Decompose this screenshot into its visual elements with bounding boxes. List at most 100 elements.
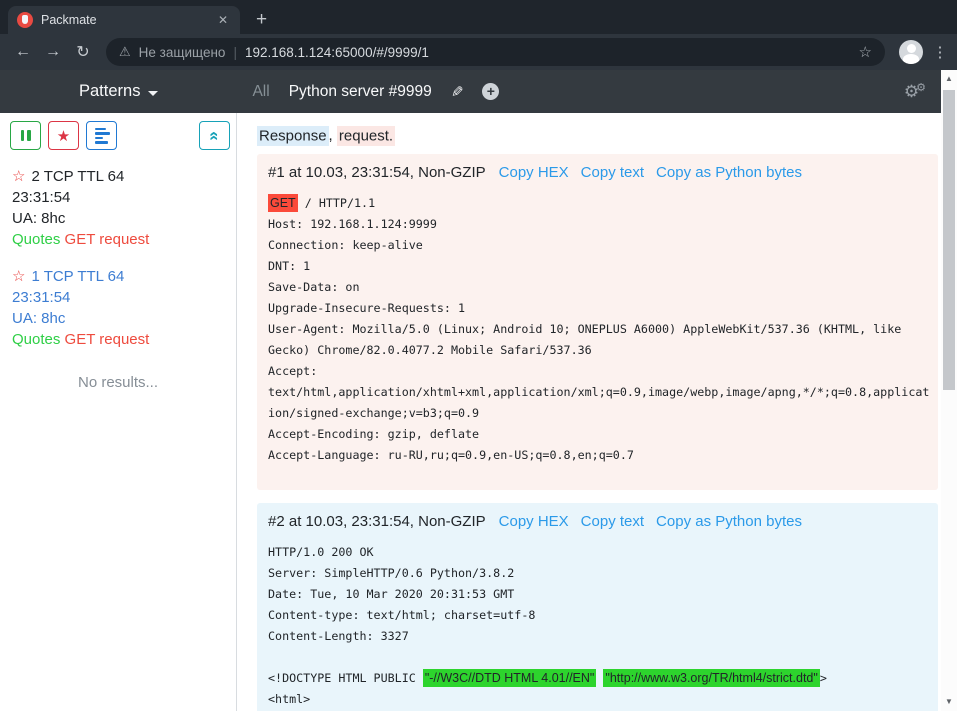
stream-detail: Response, request. #1 at 10.03, 23:31:54…: [237, 113, 957, 711]
packet-body-line: Connection: keep-alive: [268, 235, 928, 256]
tab-current-service[interactable]: Python server #9999: [289, 83, 432, 101]
favorites-filter-button[interactable]: ★: [48, 121, 79, 150]
profile-avatar[interactable]: [899, 40, 923, 64]
packet-meta: #1 at 10.03, 23:31:54, Non-GZIP: [268, 164, 486, 181]
packet-body: GET / HTTP/1.1 Host: 192.168.1.124:9999 Co…: [268, 193, 928, 466]
content-area: ★ « ☆2 TCP TTL 6423:31:54UA: 8hcQuotes G…: [0, 113, 957, 711]
edit-service-icon[interactable]: ✎: [451, 83, 464, 101]
stream-patterns: Quotes GET request: [12, 329, 224, 350]
copy-action-link[interactable]: Copy HEX: [499, 513, 569, 530]
stream-title-line: ☆ 2 TCP TTL 64: [12, 166, 224, 187]
list-view-button[interactable]: [86, 121, 117, 150]
packet-body-line: Save-Data: on: [268, 277, 928, 298]
stream-title: 1 TCP TTL 64: [31, 268, 124, 285]
text-segment: HTTP/1.0 200 OK: [268, 545, 374, 559]
packet-body-line: Host: 192.168.1.124:9999: [268, 214, 928, 235]
browser-toolbar: ← → ↻ ⚠ Не защищено | 192.168.1.124:6500…: [0, 34, 957, 70]
text-segment: Content-Length: 3327: [268, 629, 409, 643]
packet-body-line: User-Agent: Mozilla/5.0 (Linux; Android …: [268, 319, 928, 340]
text-segment: Server: SimpleHTTP/0.6 Python/3.8.2: [268, 566, 514, 580]
app-header: Patterns All Python server #9999 ✎ + ⚙⚙: [0, 70, 941, 113]
stream-title-line: ☆ 1 TCP TTL 64: [12, 266, 224, 287]
copy-action-link[interactable]: Copy text: [581, 513, 644, 530]
back-icon[interactable]: ←: [8, 43, 38, 61]
text-segment: ,: [329, 127, 337, 144]
new-tab-button[interactable]: +: [250, 9, 273, 31]
copy-action-link[interactable]: Copy text: [581, 164, 644, 181]
text-segment: >: [820, 671, 827, 685]
packet-meta: #2 at 10.03, 23:31:54, Non-GZIP: [268, 513, 486, 530]
copy-action-link[interactable]: Copy HEX: [499, 164, 569, 181]
tab-all-services[interactable]: All: [252, 83, 269, 101]
packet-header: #2 at 10.03, 23:31:54, Non-GZIP Copy HEX C…: [268, 513, 928, 530]
match-highlight-green: "http://www.w3.org/TR/html4/strict.dtd": [603, 669, 819, 687]
packet-card-response: #2 at 10.03, 23:31:54, Non-GZIP Copy HEX C…: [257, 503, 938, 711]
security-label: Не защищено: [139, 45, 226, 60]
security-warning-icon: ⚠: [119, 44, 131, 60]
copy-action-link[interactable]: Copy as Python bytes: [656, 513, 802, 530]
patterns-label: Patterns: [79, 82, 140, 101]
stream-user-agent: UA: 8hc: [12, 308, 224, 329]
chevron-down-icon: [148, 91, 158, 96]
favorite-star-icon[interactable]: ☆: [12, 268, 25, 285]
stream-patterns: Quotes GET request: [12, 229, 224, 250]
sidebar-controls: ★ «: [0, 121, 236, 150]
stream-item[interactable]: ☆ 2 TCP TTL 64 23:31:54UA: 8hcQuotes GET r…: [0, 166, 236, 250]
pattern-label: GET request: [65, 331, 150, 348]
address-bar[interactable]: ⚠ Не защищено | 192.168.1.124:65000/#/99…: [106, 38, 885, 66]
stream-title: 2 TCP TTL 64: [31, 168, 124, 185]
packet-header: #1 at 10.03, 23:31:54, Non-GZIPCopy HEXC…: [268, 164, 928, 181]
packet-body-line: Content-Length: 3327: [268, 626, 928, 647]
pattern-label: Quotes: [12, 331, 60, 348]
collapse-sidebar-button[interactable]: «: [199, 121, 230, 150]
tab-close-icon[interactable]: ✕: [215, 11, 231, 29]
stream-item[interactable]: ☆1 TCP TTL 6423:31:54UA: 8hcQuotes GET r…: [0, 266, 236, 350]
bookmark-star-icon[interactable]: ☆: [859, 43, 872, 61]
text-segment: <!DOCTYPE HTML PUBLIC: [268, 671, 423, 685]
scrollbar-thumb[interactable]: [943, 90, 955, 390]
match-highlight-lightblue: Response: [257, 126, 329, 146]
packet-body-line: text/html,application/xhtml+xml,applicat…: [268, 382, 928, 403]
forward-icon[interactable]: →: [38, 43, 68, 61]
stream-user-agent: UA: 8hc: [12, 208, 224, 229]
packet-body-line: HTTP/1.0 200 OK: [268, 542, 928, 563]
copy-action-link[interactable]: Copy as Python bytes: [656, 164, 802, 181]
page-scrollbar[interactable]: ▲ ▼: [941, 70, 957, 711]
settings-gears-icon[interactable]: ⚙⚙: [904, 82, 929, 102]
scrollbar-down-arrow[interactable]: ▼: [941, 695, 957, 709]
packet-body-line: Accept-Encoding: gzip, deflate: [268, 424, 928, 445]
text-segment: Accept:: [268, 364, 317, 378]
packet-body-line: <!DOCTYPE HTML PUBLIC "-//W3C//DTD HTML …: [268, 668, 928, 689]
packet-body: HTTP/1.0 200 OK Server: SimpleHTTP/0.6 Py…: [268, 542, 928, 710]
patterns-summary-line: Response, request.: [257, 125, 957, 146]
url-separator: |: [233, 45, 237, 60]
text-segment: ion/signed-exchange;v=b3;q=0.9: [268, 406, 479, 420]
browser-tab[interactable]: Packmate ✕: [8, 6, 240, 34]
text-segment: Accept-Encoding: gzip, deflate: [268, 427, 479, 441]
packet-body-line: Upgrade-Insecure-Requests: 1: [268, 298, 928, 319]
text-segment: User-Agent: Mozilla/5.0 (Linux; Android …: [268, 322, 901, 336]
reload-icon[interactable]: ↻: [68, 42, 98, 62]
no-results-label: No results...: [0, 374, 236, 391]
pause-capture-button[interactable]: [10, 121, 41, 150]
browser-tab-bar: Packmate ✕ +: [0, 0, 957, 34]
scrollbar-up-arrow[interactable]: ▲: [941, 72, 957, 86]
packet-card-request: #1 at 10.03, 23:31:54, Non-GZIPCopy HEXC…: [257, 154, 938, 490]
packet-actions: Copy HEX Copy text Copy as Python bytes: [499, 164, 802, 181]
patterns-dropdown[interactable]: Patterns: [79, 82, 158, 101]
browser-menu-icon[interactable]: ⋮: [931, 43, 949, 61]
text-segment: Host: 192.168.1.124:9999: [268, 217, 437, 231]
text-segment: Gecko) Chrome/82.0.4077.2 Mobile Safari/…: [268, 343, 592, 357]
packet-body-line: Accept:: [268, 361, 928, 382]
text-segment: Connection: keep-alive: [268, 238, 423, 252]
favorite-star-icon[interactable]: ☆: [12, 168, 25, 185]
packet-body-line: DNT: 1: [268, 256, 928, 277]
text-segment: <html>: [268, 692, 310, 706]
text-segment: / HTTP/1.1: [298, 196, 375, 210]
text-segment: Date: Tue, 10 Mar 2020 20:31:53 GMT: [268, 587, 514, 601]
match-highlight-red: GET: [268, 194, 298, 212]
packet-body-line: Content-type: text/html; charset=utf-8: [268, 605, 928, 626]
packet-body-line: Date: Tue, 10 Mar 2020 20:31:53 GMT: [268, 584, 928, 605]
add-service-button[interactable]: +: [482, 83, 499, 100]
stream-time: 23:31:54: [12, 187, 224, 208]
